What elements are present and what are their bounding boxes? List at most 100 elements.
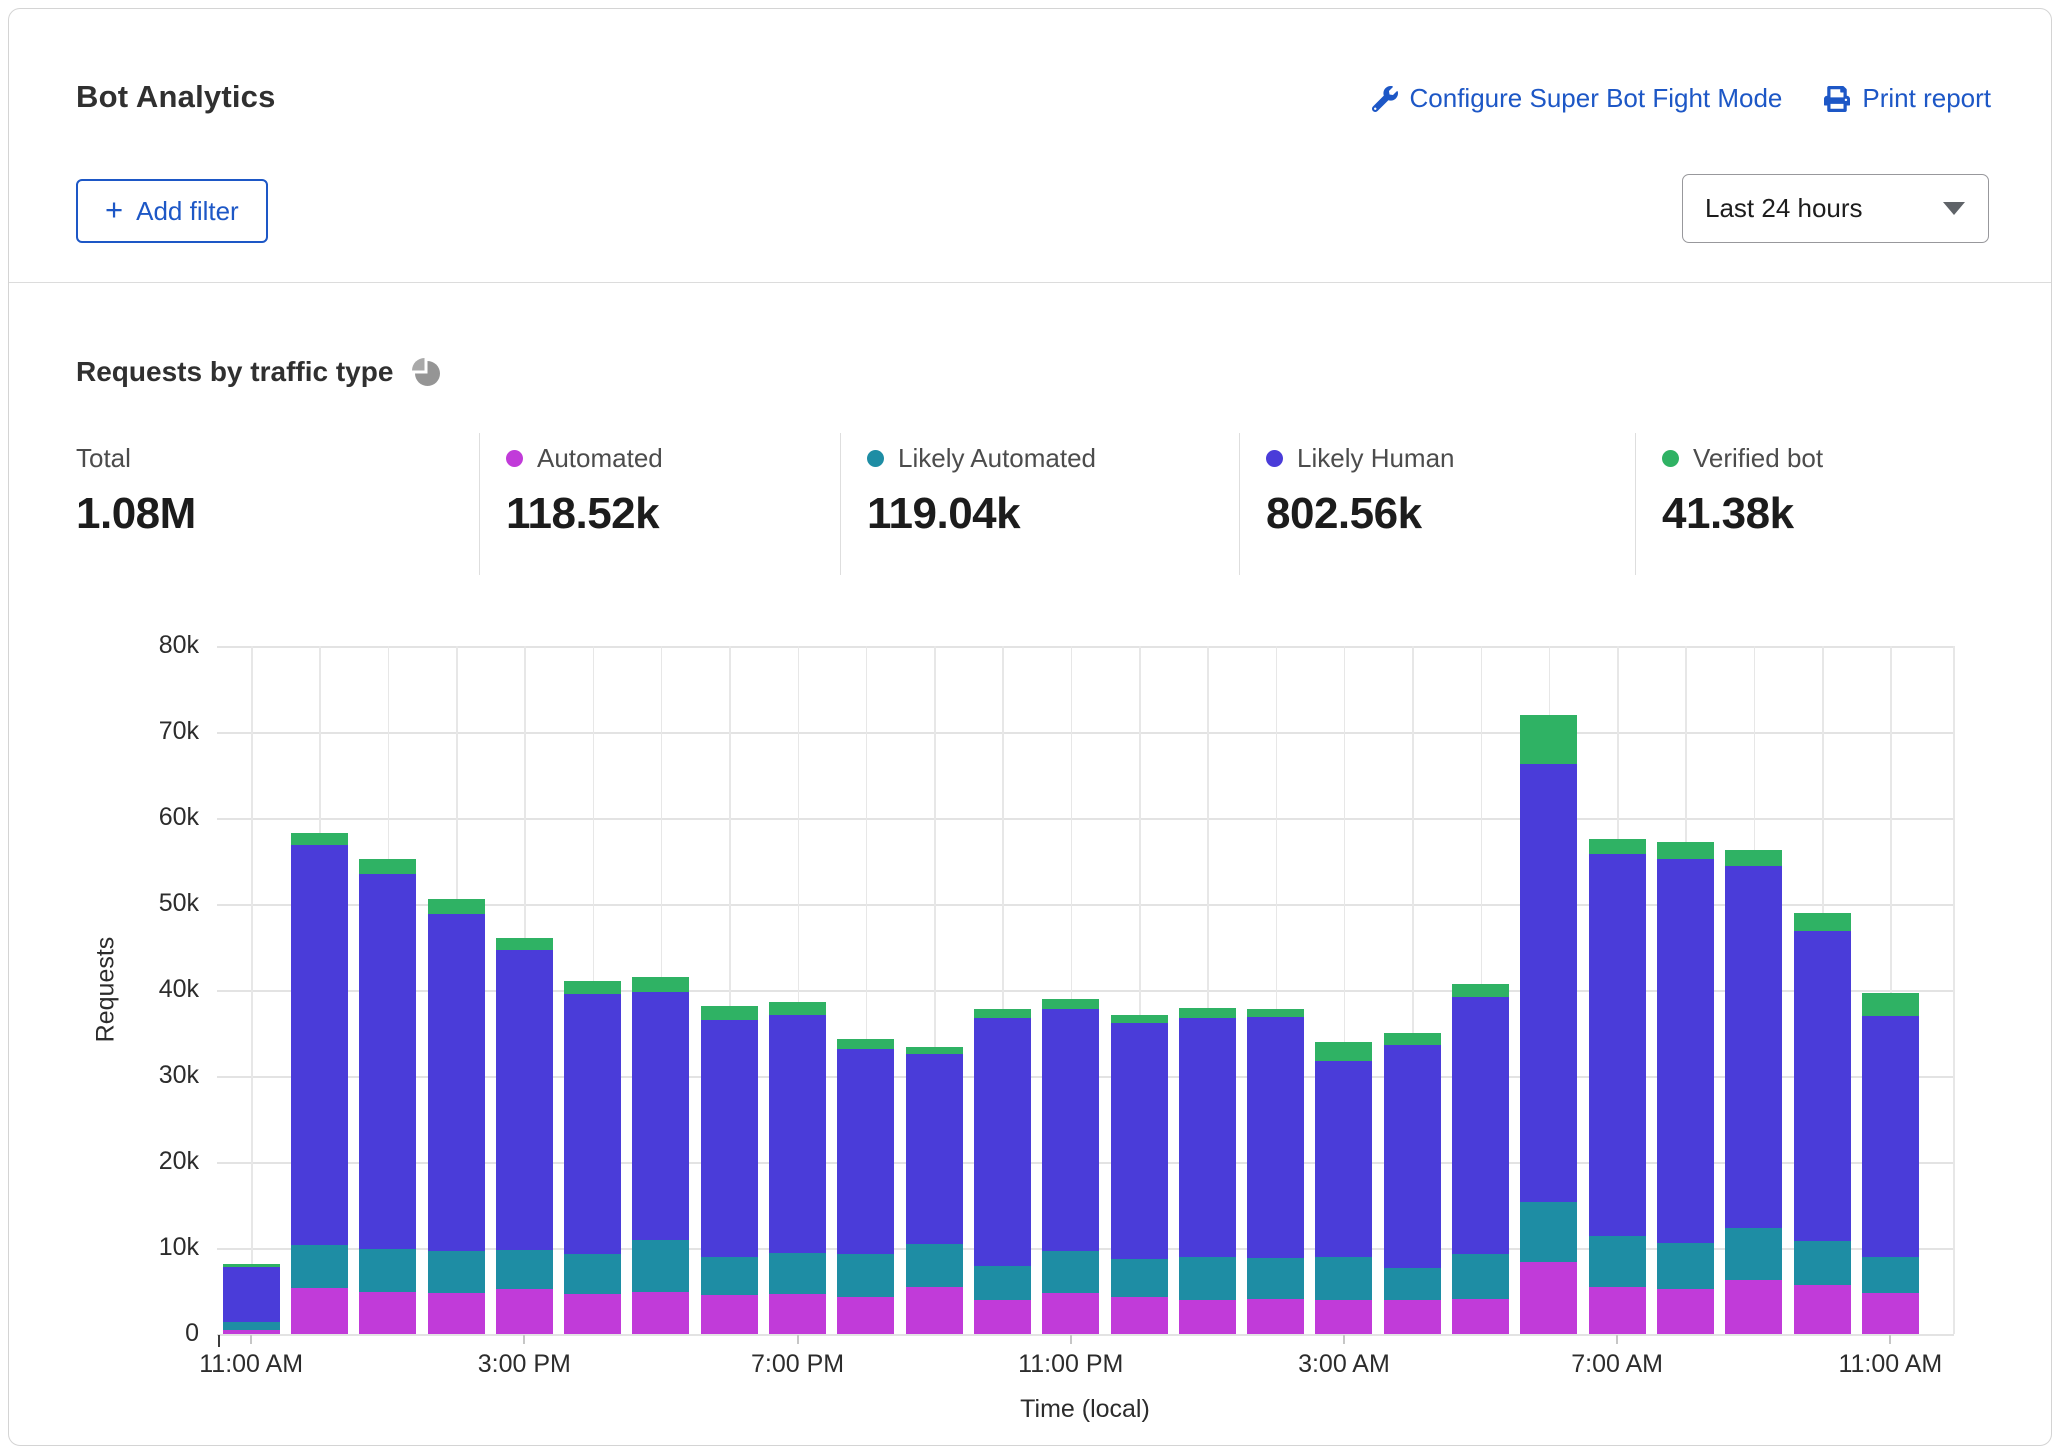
- bar-segment-likely-automated[interactable]: [1179, 1257, 1236, 1300]
- bar-segment-likely-human[interactable]: [974, 1018, 1031, 1267]
- bar-segment-automated[interactable]: [974, 1300, 1031, 1334]
- bar-segment-likely-human[interactable]: [1862, 1016, 1919, 1257]
- bar-segment-likely-automated[interactable]: [564, 1254, 621, 1294]
- bar-segment-likely-human[interactable]: [837, 1049, 894, 1254]
- bar-segment-verified-bot[interactable]: [564, 981, 621, 994]
- bar-segment-verified-bot[interactable]: [974, 1009, 1031, 1018]
- bar-segment-likely-automated[interactable]: [359, 1249, 416, 1292]
- bar-segment-verified-bot[interactable]: [1725, 850, 1782, 866]
- bar-segment-likely-automated[interactable]: [837, 1254, 894, 1297]
- bar-segment-automated[interactable]: [1589, 1287, 1646, 1334]
- bar-segment-likely-human[interactable]: [428, 914, 485, 1250]
- bar-segment-likely-automated[interactable]: [974, 1266, 1031, 1300]
- bar-segment-automated[interactable]: [1794, 1285, 1851, 1334]
- bar-segment-likely-human[interactable]: [1520, 764, 1577, 1203]
- bar-segment-likely-human[interactable]: [1179, 1018, 1236, 1257]
- bar-segment-automated[interactable]: [1862, 1293, 1919, 1334]
- bar-segment-automated[interactable]: [632, 1292, 689, 1334]
- bar-segment-likely-automated[interactable]: [632, 1240, 689, 1292]
- bar-segment-automated[interactable]: [1725, 1280, 1782, 1334]
- bar-segment-automated[interactable]: [1111, 1297, 1168, 1334]
- bar-segment-verified-bot[interactable]: [291, 833, 348, 845]
- bar-segment-automated[interactable]: [1247, 1299, 1304, 1334]
- bar-segment-verified-bot[interactable]: [1384, 1033, 1441, 1045]
- bar-segment-likely-automated[interactable]: [496, 1250, 553, 1290]
- bar-segment-automated[interactable]: [701, 1295, 758, 1334]
- bar-segment-likely-human[interactable]: [1384, 1045, 1441, 1268]
- bar-segment-likely-human[interactable]: [359, 874, 416, 1249]
- bar-segment-likely-human[interactable]: [1794, 931, 1851, 1241]
- bar-segment-automated[interactable]: [223, 1330, 280, 1334]
- bar-segment-likely-human[interactable]: [1589, 854, 1646, 1236]
- bar-segment-verified-bot[interactable]: [1657, 842, 1714, 859]
- bar-segment-likely-automated[interactable]: [1384, 1268, 1441, 1300]
- bar-segment-verified-bot[interactable]: [701, 1006, 758, 1020]
- bar-segment-likely-human[interactable]: [496, 950, 553, 1249]
- bar-segment-automated[interactable]: [769, 1294, 826, 1334]
- bar-segment-likely-human[interactable]: [906, 1054, 963, 1244]
- bar-segment-verified-bot[interactable]: [837, 1039, 894, 1049]
- bar-segment-automated[interactable]: [291, 1288, 348, 1334]
- bar-segment-likely-automated[interactable]: [428, 1251, 485, 1293]
- bar-segment-verified-bot[interactable]: [906, 1047, 963, 1054]
- bar-segment-likely-human[interactable]: [1315, 1061, 1372, 1257]
- time-range-select[interactable]: Last 24 hours: [1682, 174, 1989, 243]
- bar-segment-automated[interactable]: [837, 1297, 894, 1334]
- bar-segment-automated[interactable]: [564, 1294, 621, 1334]
- bar-segment-verified-bot[interactable]: [1452, 984, 1509, 997]
- bar-segment-verified-bot[interactable]: [1042, 999, 1099, 1009]
- bar-segment-likely-automated[interactable]: [1315, 1257, 1372, 1300]
- bar-segment-likely-automated[interactable]: [1042, 1251, 1099, 1292]
- bar-segment-verified-bot[interactable]: [1179, 1008, 1236, 1017]
- bar-segment-verified-bot[interactable]: [1862, 993, 1919, 1016]
- bar-segment-likely-automated[interactable]: [1111, 1259, 1168, 1297]
- bar-segment-likely-automated[interactable]: [1725, 1228, 1782, 1280]
- bar-segment-verified-bot[interactable]: [428, 899, 485, 914]
- bar-segment-likely-human[interactable]: [1657, 859, 1714, 1243]
- bar-segment-verified-bot[interactable]: [632, 977, 689, 992]
- bar-segment-likely-human[interactable]: [632, 992, 689, 1241]
- bar-segment-likely-human[interactable]: [564, 994, 621, 1254]
- bar-segment-automated[interactable]: [1384, 1300, 1441, 1334]
- bar-segment-likely-automated[interactable]: [1862, 1257, 1919, 1293]
- bar-segment-likely-automated[interactable]: [906, 1244, 963, 1287]
- bar-segment-automated[interactable]: [1452, 1299, 1509, 1334]
- bar-segment-verified-bot[interactable]: [1589, 839, 1646, 854]
- bar-segment-likely-human[interactable]: [1452, 997, 1509, 1254]
- bar-segment-likely-automated[interactable]: [1452, 1254, 1509, 1299]
- bar-segment-verified-bot[interactable]: [496, 938, 553, 950]
- bar-segment-verified-bot[interactable]: [223, 1264, 280, 1267]
- bar-segment-likely-automated[interactable]: [701, 1257, 758, 1295]
- bar-segment-verified-bot[interactable]: [769, 1002, 826, 1015]
- bar-segment-verified-bot[interactable]: [1520, 715, 1577, 764]
- bar-segment-likely-human[interactable]: [1725, 866, 1782, 1228]
- print-report-link[interactable]: Print report: [1824, 83, 1991, 114]
- bar-segment-automated[interactable]: [1042, 1293, 1099, 1334]
- bar-segment-likely-human[interactable]: [223, 1267, 280, 1322]
- bar-segment-verified-bot[interactable]: [1247, 1009, 1304, 1017]
- bar-segment-likely-automated[interactable]: [769, 1253, 826, 1293]
- bar-segment-likely-automated[interactable]: [1657, 1243, 1714, 1289]
- bar-segment-likely-human[interactable]: [1042, 1009, 1099, 1252]
- bar-segment-automated[interactable]: [906, 1287, 963, 1334]
- bar-segment-automated[interactable]: [1657, 1289, 1714, 1334]
- bar-segment-automated[interactable]: [1520, 1262, 1577, 1334]
- bar-segment-likely-human[interactable]: [1247, 1017, 1304, 1259]
- bar-segment-likely-human[interactable]: [1111, 1023, 1168, 1260]
- bar-segment-likely-automated[interactable]: [1589, 1236, 1646, 1287]
- bar-segment-automated[interactable]: [496, 1289, 553, 1334]
- bar-segment-likely-automated[interactable]: [1520, 1202, 1577, 1261]
- bar-segment-verified-bot[interactable]: [359, 859, 416, 874]
- bar-segment-automated[interactable]: [359, 1292, 416, 1334]
- bar-segment-likely-human[interactable]: [291, 845, 348, 1245]
- bar-segment-likely-human[interactable]: [701, 1020, 758, 1257]
- bar-segment-automated[interactable]: [1315, 1300, 1372, 1334]
- bar-segment-verified-bot[interactable]: [1315, 1042, 1372, 1060]
- bar-segment-likely-automated[interactable]: [1794, 1241, 1851, 1285]
- bar-segment-likely-automated[interactable]: [223, 1322, 280, 1330]
- bar-segment-likely-automated[interactable]: [291, 1245, 348, 1288]
- bar-segment-likely-automated[interactable]: [1247, 1258, 1304, 1298]
- bar-segment-verified-bot[interactable]: [1111, 1015, 1168, 1023]
- add-filter-button[interactable]: + Add filter: [76, 179, 268, 243]
- bar-segment-verified-bot[interactable]: [1794, 913, 1851, 930]
